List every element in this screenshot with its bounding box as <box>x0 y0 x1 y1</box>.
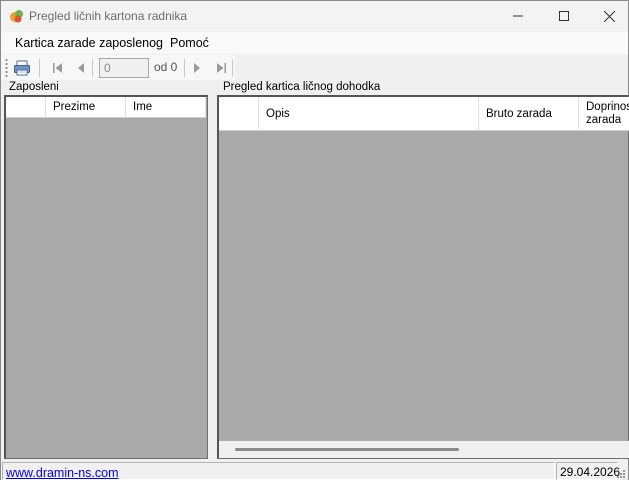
income-row-header-cell[interactable] <box>219 97 259 130</box>
menu-bar: Kartica zarade zaposlenog Pomoć <box>1 32 628 54</box>
income-group-label: Pregled kartica ličnog dohodka <box>223 81 381 93</box>
toolbar-separator <box>184 59 185 77</box>
scrollbar-thumb[interactable] <box>235 448 459 451</box>
column-header-opis[interactable]: Opis <box>259 97 479 130</box>
status-bar: www.dramin-ns.com 29.04.2026 <box>1 461 628 480</box>
column-header-ime[interactable]: Ime <box>126 97 206 117</box>
income-grid[interactable]: Opis Bruto zarada Doprinos zarada <box>217 95 629 459</box>
income-grid-header: Opis Bruto zarada Doprinos zarada <box>219 97 629 131</box>
toolbar-separator <box>232 59 233 77</box>
move-first-button[interactable] <box>49 59 67 77</box>
employees-row-header-cell[interactable] <box>6 97 46 117</box>
toolbar-grip[interactable] <box>5 58 8 77</box>
employees-grid[interactable]: Prezime Ime <box>4 95 208 459</box>
status-date-panel: 29.04.2026 <box>556 462 621 480</box>
toolbar-separator <box>39 59 40 77</box>
move-previous-icon <box>78 63 84 73</box>
move-next-button[interactable] <box>188 59 206 77</box>
column-header-doprinos-zarada[interactable]: Doprinos zarada <box>579 97 629 130</box>
employees-grid-header: Prezime Ime <box>6 97 206 118</box>
close-button[interactable] <box>586 1 629 31</box>
move-first-icon <box>53 63 62 73</box>
count-label: od 0 <box>154 60 178 74</box>
status-link-panel: www.dramin-ns.com <box>2 462 555 480</box>
title-bar[interactable]: Pregled ličnih kartona radnika <box>1 1 628 31</box>
resize-grip-icon[interactable] <box>616 468 626 478</box>
move-last-icon <box>217 63 226 73</box>
print-icon <box>14 60 30 76</box>
move-last-button[interactable] <box>212 59 230 77</box>
status-date: 29.04.2026 <box>560 465 621 479</box>
move-next-icon <box>194 63 200 73</box>
window-title: Pregled ličnih kartona radnika <box>29 9 188 23</box>
main-window: Pregled ličnih kartona radnika Kartica z… <box>0 0 629 480</box>
position-input[interactable] <box>99 58 149 78</box>
employees-group-label: Zaposleni <box>9 81 59 93</box>
binding-navigator-toolbar: od 0 <box>1 55 235 80</box>
app-icon <box>9 8 25 24</box>
close-icon <box>603 10 615 22</box>
menu-kartica-zarade[interactable]: Kartica zarade zaposlenog <box>15 36 163 50</box>
horizontal-scrollbar[interactable] <box>219 441 629 458</box>
menu-pomoc[interactable]: Pomoć <box>170 36 209 50</box>
maximize-button[interactable] <box>541 1 587 31</box>
move-previous-button[interactable] <box>72 59 90 77</box>
toolbar-separator <box>92 59 93 77</box>
print-button[interactable] <box>13 59 31 77</box>
website-link[interactable]: www.dramin-ns.com <box>6 466 119 480</box>
minimize-button[interactable] <box>495 1 541 31</box>
minimize-icon <box>513 15 523 17</box>
maximize-icon <box>559 11 569 21</box>
column-header-bruto-zarada[interactable]: Bruto zarada <box>479 97 579 130</box>
column-header-prezime[interactable]: Prezime <box>46 97 126 117</box>
